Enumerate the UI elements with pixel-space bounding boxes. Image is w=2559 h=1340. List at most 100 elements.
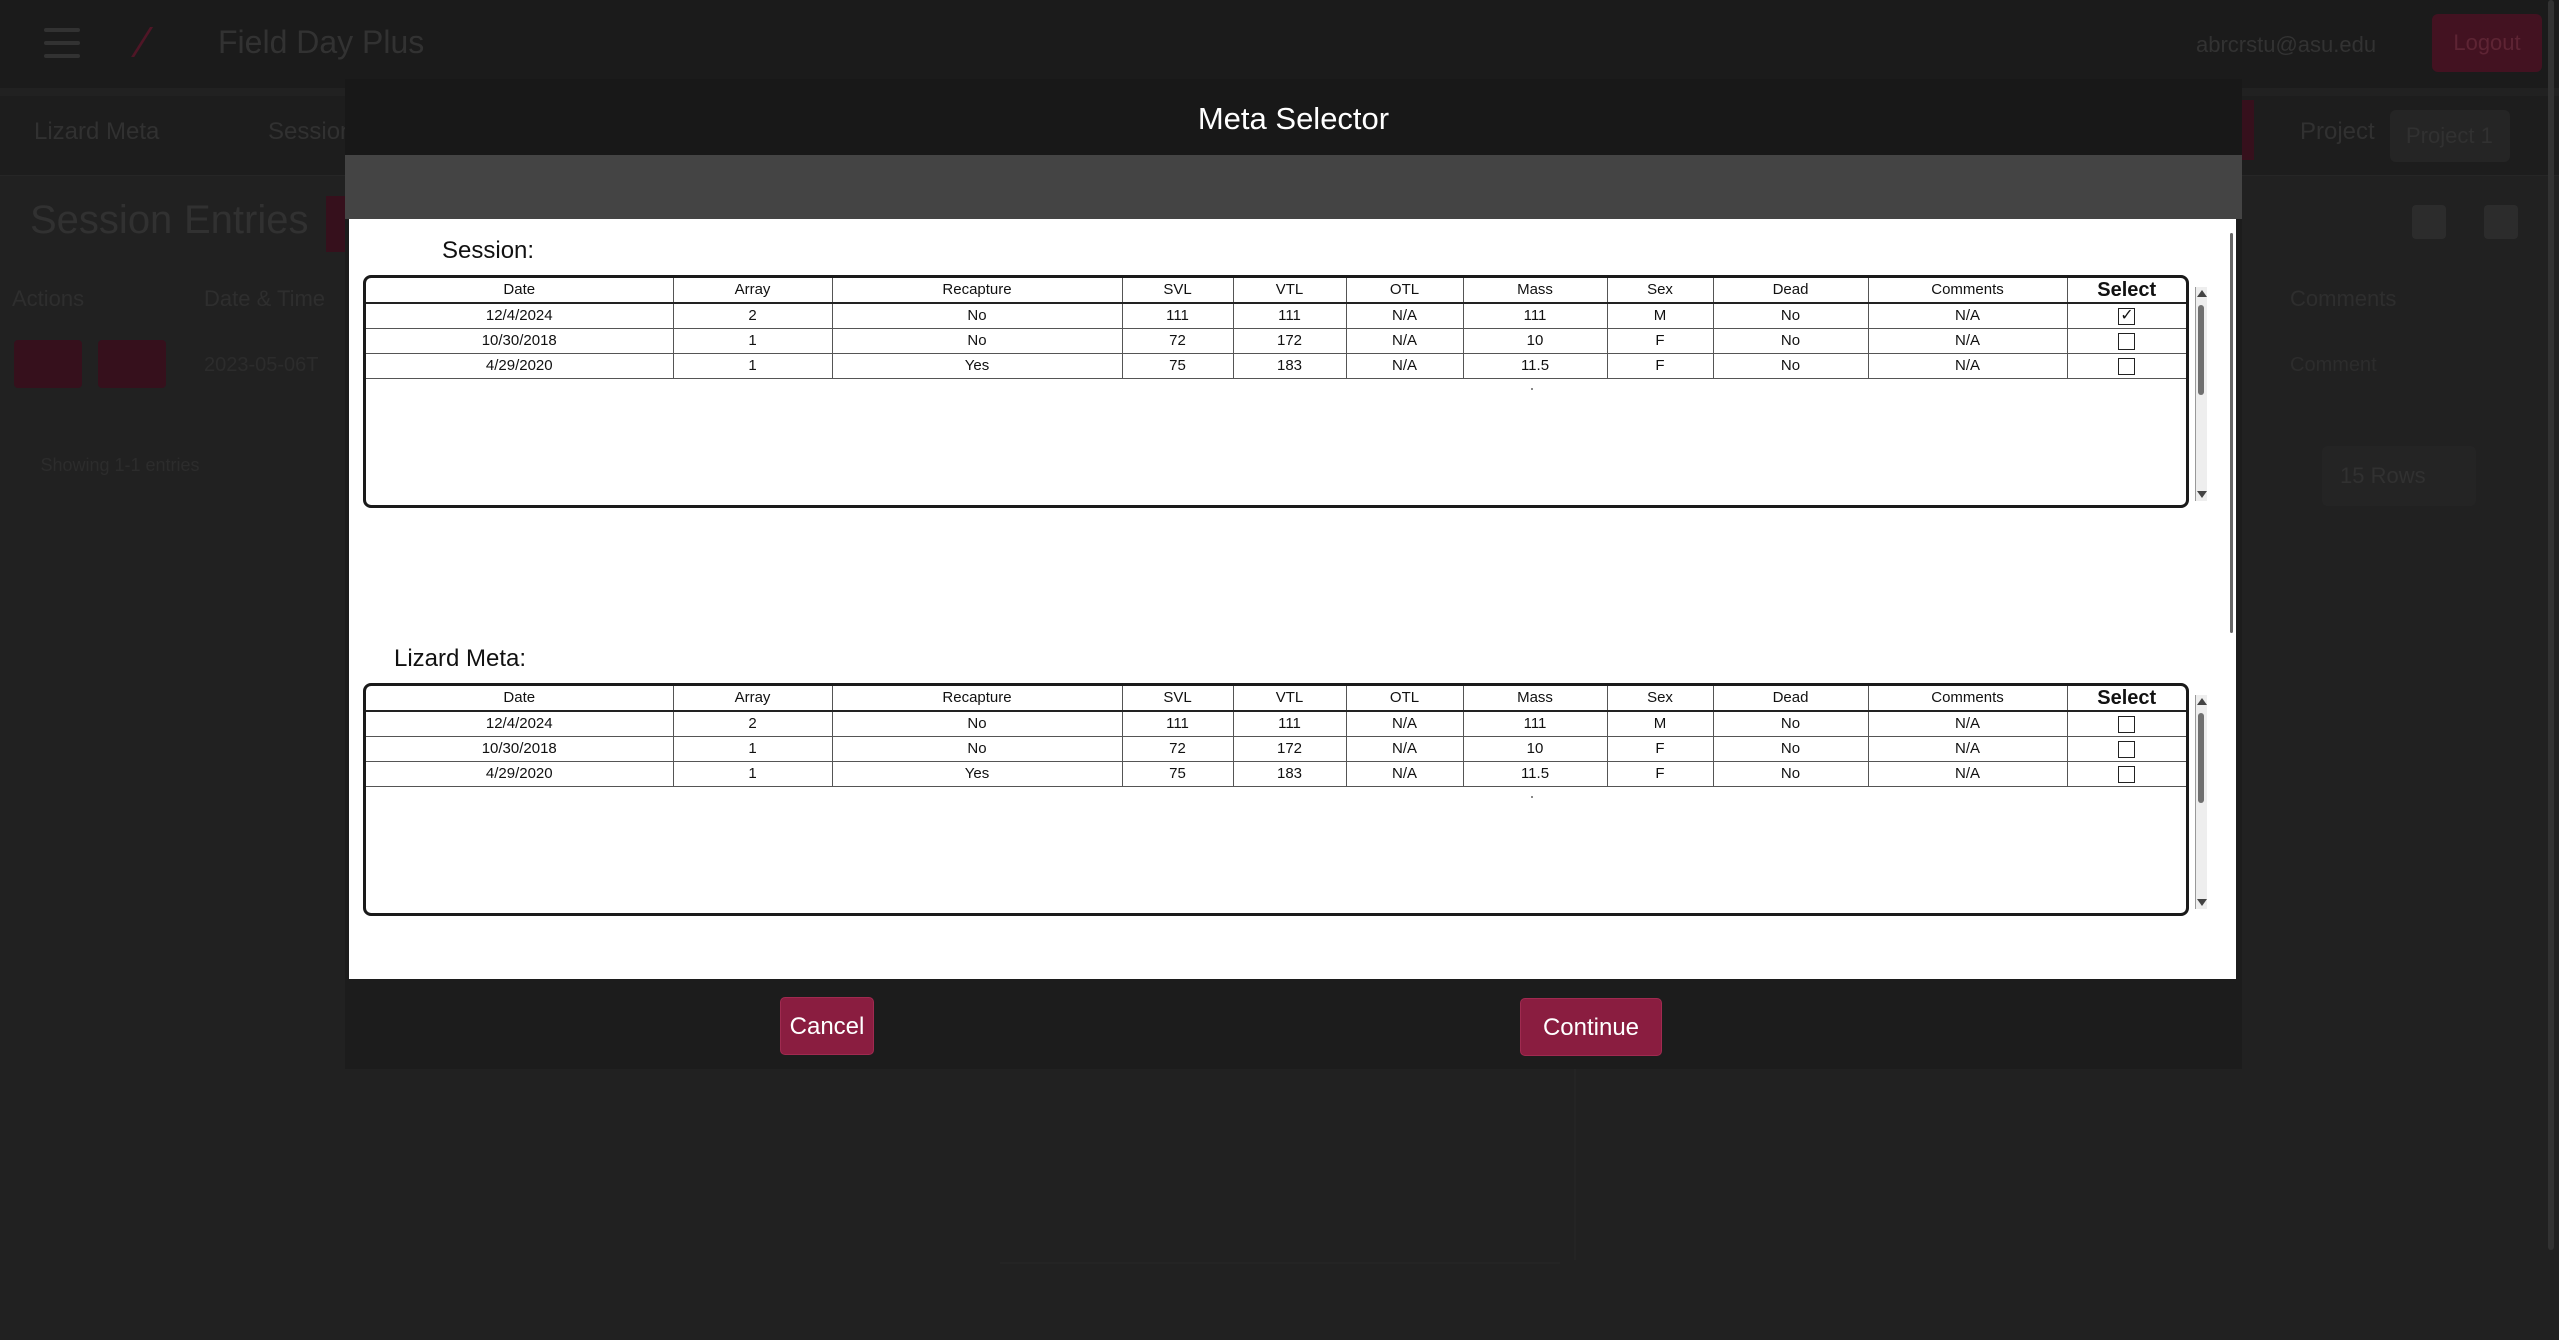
select-checkbox[interactable] — [2118, 332, 2136, 350]
cell-mass: 111 — [1463, 711, 1608, 737]
lizard-meta-label: Lizard Meta: — [394, 645, 527, 672]
modal-body-scrollbar[interactable] — [2230, 233, 2233, 633]
cell-svl: 72 — [1122, 736, 1234, 762]
cell-sex: F — [1607, 328, 1714, 354]
modal-body: Session: Date Array Recapture SVL VTL OT… — [349, 219, 2236, 979]
cell-mass: 11.5 — [1463, 353, 1608, 379]
cell-vtl: 172 — [1233, 736, 1347, 762]
modal-subheader-bar — [345, 155, 2242, 219]
cell-comments: N/A — [1868, 353, 2068, 379]
table-row[interactable]: 4/29/2020 1 Yes 75 183 N/A 11.5 F No N/A — [366, 353, 2186, 379]
cell-recapture: No — [832, 736, 1123, 762]
table-row[interactable]: 4/29/2020 1 Yes 75 183 N/A 11.5 F No N/A — [366, 761, 2186, 787]
scroll-up-icon[interactable] — [2197, 698, 2207, 705]
cell-date: 4/29/2020 — [366, 761, 674, 787]
cell-date: 10/30/2018 — [366, 328, 674, 354]
cell-comments: N/A — [1868, 761, 2068, 787]
cell-array: 1 — [673, 761, 833, 787]
select-checkbox[interactable] — [2118, 304, 2136, 328]
cell-svl: 111 — [1122, 711, 1234, 737]
column-header: Mass — [1463, 278, 1608, 304]
column-header-select: Select — [2067, 278, 2186, 304]
table-artifact — [1531, 796, 1533, 798]
cell-sex: F — [1607, 353, 1714, 379]
select-checkbox[interactable] — [2118, 740, 2136, 758]
cell-vtl: 111 — [1233, 711, 1347, 737]
table-row[interactable]: 10/30/2018 1 No 72 172 N/A 10 F No N/A — [366, 736, 2186, 762]
column-header: VTL — [1233, 278, 1347, 304]
column-header: SVL — [1122, 278, 1234, 304]
column-header: Sex — [1607, 686, 1714, 712]
cell-otl: N/A — [1346, 303, 1464, 329]
scroll-thumb[interactable] — [2198, 713, 2204, 803]
column-header-select: Select — [2067, 686, 2186, 712]
column-header: Date — [366, 686, 674, 712]
table-header-row: Date Array Recapture SVL VTL OTL Mass Se… — [366, 278, 2186, 304]
cell-dead: No — [1713, 353, 1869, 379]
cell-mass: 10 — [1463, 736, 1608, 762]
cell-array: 1 — [673, 353, 833, 379]
select-checkbox[interactable] — [2118, 765, 2136, 783]
scroll-down-icon[interactable] — [2197, 899, 2207, 906]
cell-recapture: Yes — [832, 761, 1123, 787]
cell-sex: M — [1607, 303, 1714, 329]
cell-array: 2 — [673, 303, 833, 329]
cancel-button[interactable]: Cancel — [780, 997, 874, 1055]
cell-svl: 75 — [1122, 353, 1234, 379]
cell-array: 2 — [673, 711, 833, 737]
cell-svl: 75 — [1122, 761, 1234, 787]
cell-dead: No — [1713, 761, 1869, 787]
cell-mass: 10 — [1463, 328, 1608, 354]
lizard-meta-table-frame: Date Array Recapture SVL VTL OTL Mass Se… — [363, 683, 2189, 916]
table-row[interactable]: 12/4/2024 2 No 111 111 N/A 111 M No N/A — [366, 303, 2186, 329]
cell-svl: 72 — [1122, 328, 1234, 354]
select-checkbox[interactable] — [2118, 357, 2136, 375]
column-header: Recapture — [832, 278, 1123, 304]
continue-button[interactable]: Continue — [1520, 998, 1662, 1056]
table-artifact — [1531, 388, 1533, 390]
column-header: Dead — [1713, 686, 1869, 712]
table-row[interactable]: 12/4/2024 2 No 111 111 N/A 111 M No N/A — [366, 711, 2186, 737]
cell-date: 12/4/2024 — [366, 303, 674, 329]
table-header-row: Date Array Recapture SVL VTL OTL Mass Se… — [366, 686, 2186, 712]
cell-otl: N/A — [1346, 328, 1464, 354]
cell-recapture: No — [832, 328, 1123, 354]
cell-comments: N/A — [1868, 328, 2068, 354]
lizard-meta-table: Date Array Recapture SVL VTL OTL Mass Se… — [366, 686, 2186, 787]
cell-otl: N/A — [1346, 711, 1464, 737]
cell-mass: 111 — [1463, 303, 1608, 329]
cell-recapture: No — [832, 303, 1123, 329]
cell-otl: N/A — [1346, 353, 1464, 379]
scroll-thumb[interactable] — [2198, 305, 2204, 395]
cell-array: 1 — [673, 736, 833, 762]
cell-otl: N/A — [1346, 761, 1464, 787]
scroll-up-icon[interactable] — [2197, 290, 2207, 297]
cell-dead: No — [1713, 711, 1869, 737]
cell-date: 10/30/2018 — [366, 736, 674, 762]
cell-sex: M — [1607, 711, 1714, 737]
session-table: Date Array Recapture SVL VTL OTL Mass Se… — [366, 278, 2186, 379]
table-row[interactable]: 10/30/2018 1 No 72 172 N/A 10 F No N/A — [366, 328, 2186, 354]
column-header: SVL — [1122, 686, 1234, 712]
column-header: Array — [673, 278, 833, 304]
column-header: OTL — [1346, 278, 1464, 304]
column-header: Comments — [1868, 278, 2068, 304]
cell-recapture: Yes — [832, 353, 1123, 379]
cell-comments: N/A — [1868, 711, 2068, 737]
column-header: Date — [366, 278, 674, 304]
column-header: Dead — [1713, 278, 1869, 304]
cell-date: 4/29/2020 — [366, 353, 674, 379]
cell-recapture: No — [832, 711, 1123, 737]
lizard-meta-table-scrollbar[interactable] — [2195, 695, 2207, 909]
column-header: Array — [673, 686, 833, 712]
cell-vtl: 111 — [1233, 303, 1347, 329]
cell-comments: N/A — [1868, 736, 2068, 762]
cell-vtl: 183 — [1233, 761, 1347, 787]
column-header: Sex — [1607, 278, 1714, 304]
cell-dead: No — [1713, 328, 1869, 354]
session-table-scrollbar[interactable] — [2195, 287, 2207, 501]
cell-mass: 11.5 — [1463, 761, 1608, 787]
select-checkbox[interactable] — [2118, 715, 2136, 733]
scroll-down-icon[interactable] — [2197, 491, 2207, 498]
column-header: Mass — [1463, 686, 1608, 712]
